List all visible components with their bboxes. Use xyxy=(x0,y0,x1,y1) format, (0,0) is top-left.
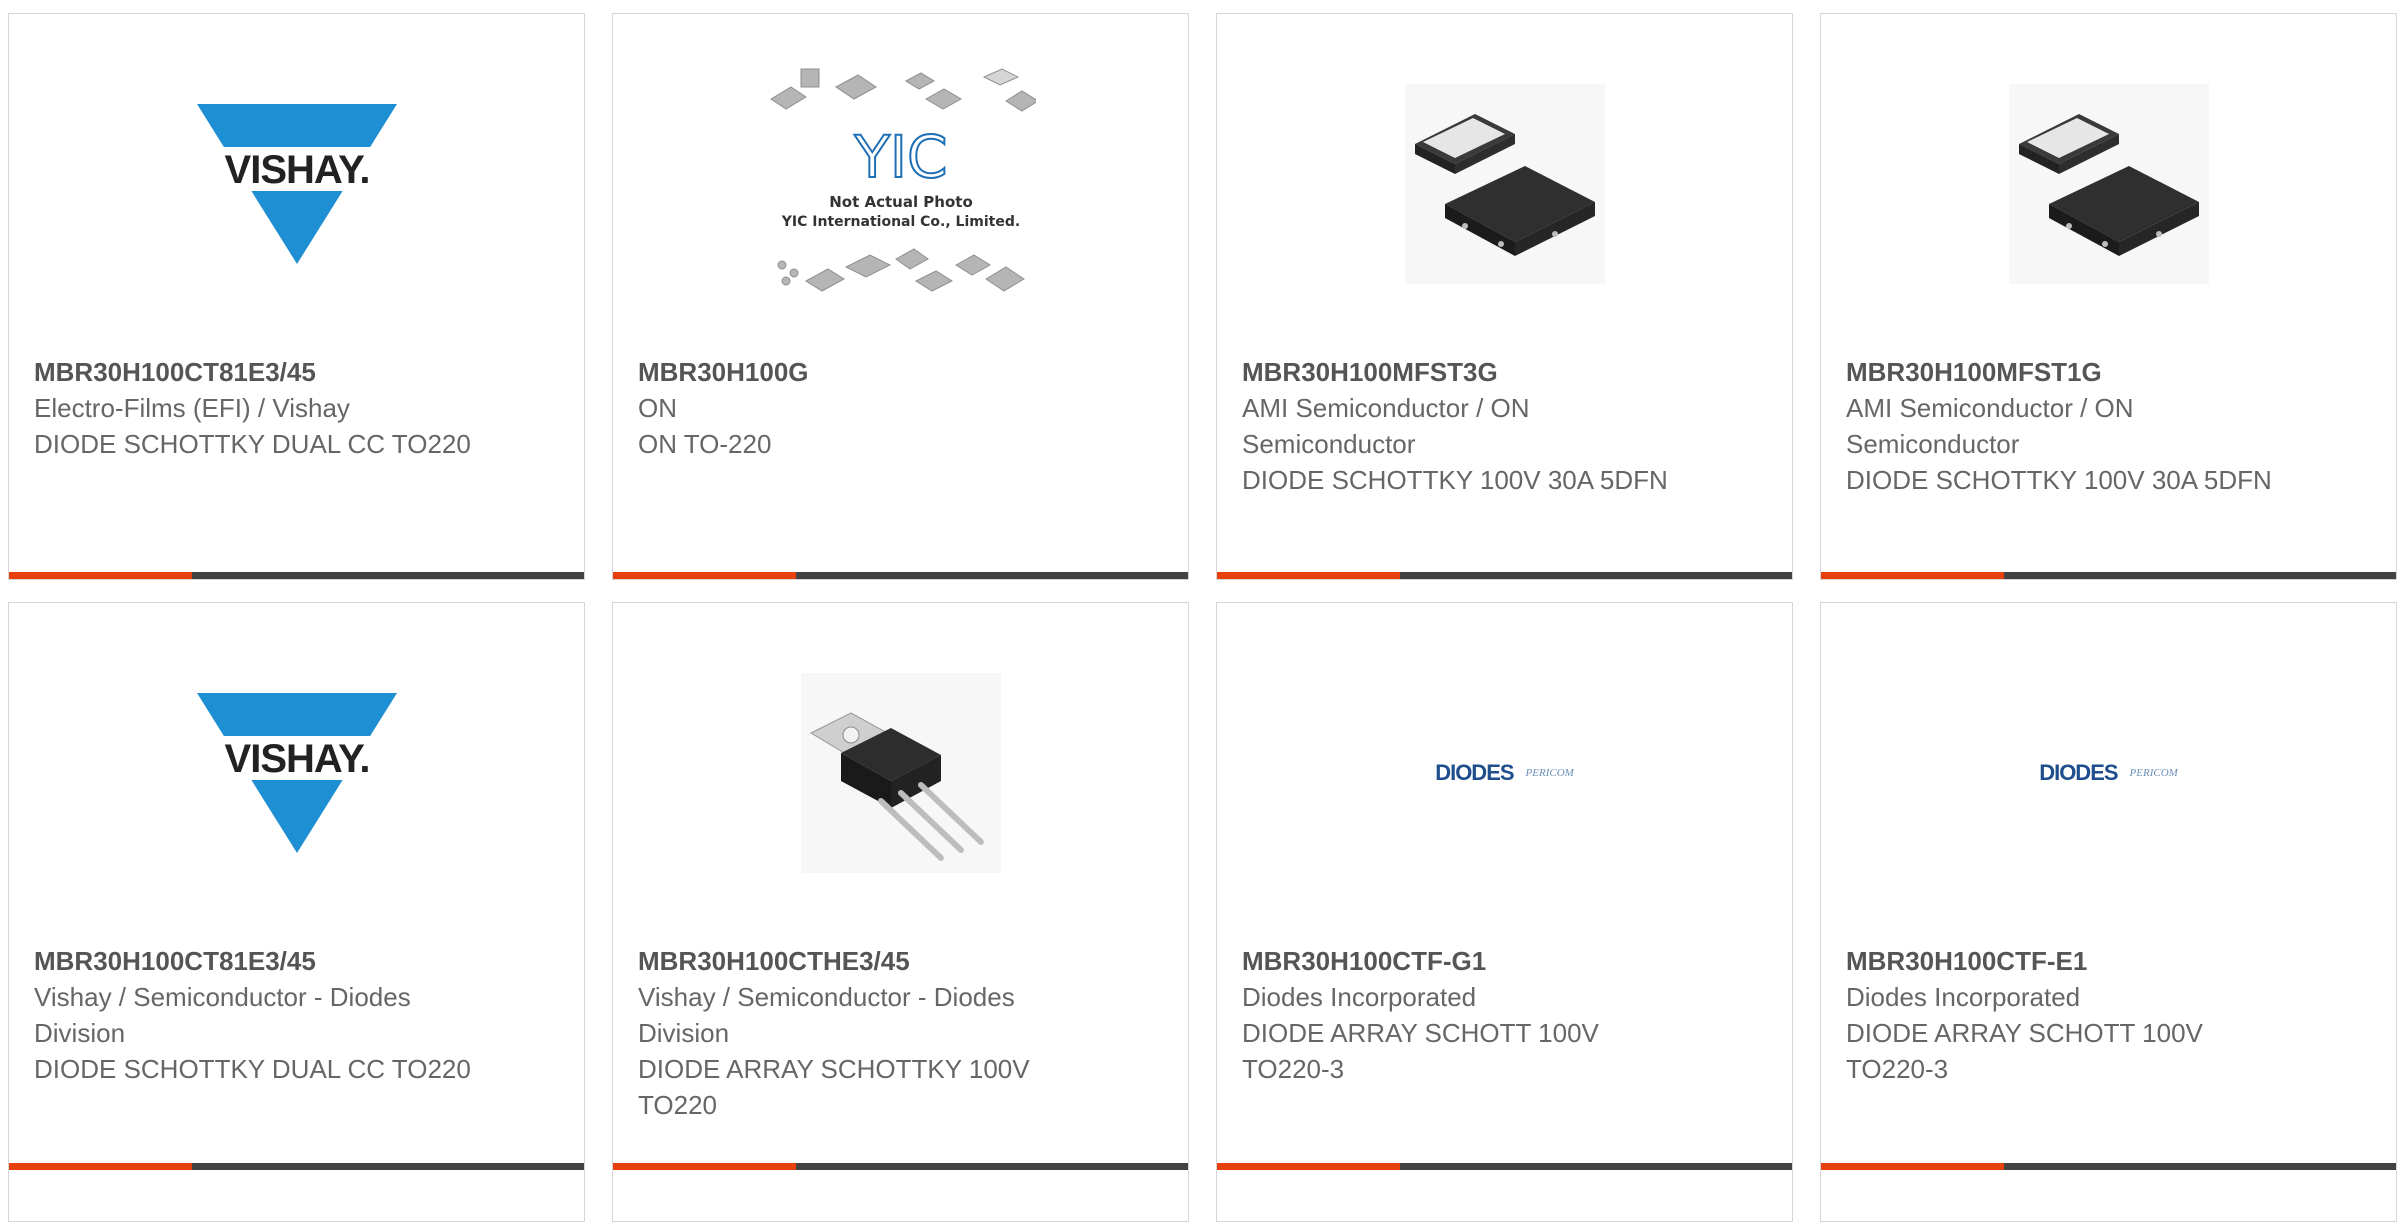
card-accent-bar xyxy=(1821,572,2004,579)
vishay-logo-text: VISHAY. xyxy=(224,737,369,781)
part-number-link[interactable]: MBR30H100CT81E3/45 xyxy=(34,943,474,979)
product-card[interactable]: MBR30H100CTHE3/45 Vishay / Semiconductor… xyxy=(612,602,1189,1222)
product-image[interactable]: DIODES PERICOM xyxy=(1821,603,2396,943)
product-card[interactable]: VISHAY. MBR30H100CT81E3/45 Vishay / Semi… xyxy=(8,602,585,1222)
part-number-link[interactable]: MBR30H100CT81E3/45 xyxy=(34,354,474,390)
card-accent-bar xyxy=(613,572,796,579)
product-card[interactable]: YIC Not Actual Photo YIC International C… xyxy=(612,13,1189,580)
manufacturer-name: Diodes Incorporated xyxy=(1846,982,2081,1012)
manufacturer-name: Electro-Films (EFI) / Vishay xyxy=(34,393,350,423)
dfn-chip-icon xyxy=(2018,114,2199,256)
product-card[interactable]: MBR30H100MFST1G AMI Semiconductor / ON S… xyxy=(1820,13,2397,580)
card-accent-bar xyxy=(9,572,192,579)
card-footer-bar xyxy=(613,572,1188,579)
diodes-logo-text: DIODES xyxy=(1435,760,1514,785)
product-description: DIODE SCHOTTKY 100V 30A 5DFN xyxy=(1242,465,1668,495)
yic-company-caption: YIC International Co., Limited. xyxy=(780,214,1019,230)
part-number-link[interactable]: MBR30H100CTHE3/45 xyxy=(638,943,1078,979)
component-icons-top xyxy=(769,68,1036,112)
product-image[interactable] xyxy=(613,603,1188,943)
card-footer-bar xyxy=(1217,572,1792,579)
product-image[interactable] xyxy=(1821,14,2396,354)
component-icons-bottom xyxy=(777,248,1025,292)
vishay-logo: VISHAY. xyxy=(191,104,402,264)
vishay-logo: VISHAY. xyxy=(191,693,402,853)
product-image[interactable]: VISHAY. xyxy=(9,603,584,943)
to220-transistor-icon xyxy=(809,712,984,861)
diodes-logo-text: DIODES xyxy=(2039,760,2118,785)
product-card[interactable]: DIODES PERICOM MBR30H100CTF-G1 Diodes In… xyxy=(1216,602,1793,1222)
product-image[interactable]: YIC Not Actual Photo YIC International C… xyxy=(613,14,1188,354)
product-description: DIODE SCHOTTKY 100V 30A 5DFN xyxy=(1846,465,2272,495)
to220-package-photo xyxy=(800,673,1001,873)
card-accent-bar xyxy=(1217,572,1400,579)
product-card[interactable]: MBR30H100MFST3G AMI Semiconductor / ON S… xyxy=(1216,13,1793,580)
part-number-link[interactable]: MBR30H100MFST3G xyxy=(1242,354,1682,390)
dfn-chip-icon xyxy=(1414,114,1595,256)
product-info: MBR30H100MFST3G AMI Semiconductor / ON S… xyxy=(1242,354,1682,498)
part-number-link[interactable]: MBR30H100CTF-G1 xyxy=(1242,943,1682,979)
product-description: DIODE ARRAY SCHOTTKY 100V TO220 xyxy=(638,1054,1030,1120)
manufacturer-name: Vishay / Semiconductor - Diodes Division xyxy=(34,982,411,1048)
manufacturer-name: Diodes Incorporated xyxy=(1242,982,1477,1012)
product-image[interactable]: VISHAY. xyxy=(9,14,584,354)
dfn-package-photo xyxy=(1404,84,1605,284)
product-image[interactable]: DIODES PERICOM xyxy=(1217,603,1792,943)
yic-logo-text: YIC xyxy=(853,123,947,191)
product-description: DIODE SCHOTTKY DUAL CC TO220 xyxy=(34,1054,471,1084)
product-description: DIODE ARRAY SCHOTT 100V TO220-3 xyxy=(1846,1018,2203,1084)
manufacturer-name: AMI Semiconductor / ON Semiconductor xyxy=(1846,393,2134,459)
part-number-link[interactable]: MBR30H100G xyxy=(638,354,1078,390)
manufacturer-name: ON xyxy=(638,393,677,423)
product-description: ON TO-220 xyxy=(638,429,772,459)
manufacturer-name: Vishay / Semiconductor - Diodes Division xyxy=(638,982,1015,1048)
product-grid: VISHAY. MBR30H100CT81E3/45 Electro-Films… xyxy=(0,0,2400,1222)
diodes-pericom-logo: DIODES PERICOM xyxy=(1435,760,1574,786)
part-number-link[interactable]: MBR30H100CTF-E1 xyxy=(1846,943,2286,979)
part-number-link[interactable]: MBR30H100MFST1G xyxy=(1846,354,2286,390)
pericom-logo-text: PERICOM xyxy=(2129,767,2178,779)
vishay-logo-text: VISHAY. xyxy=(224,148,369,192)
product-description: DIODE SCHOTTKY DUAL CC TO220 xyxy=(34,429,471,459)
product-info: MBR30H100CTF-G1 Diodes Incorporated DIOD… xyxy=(1242,943,1682,1087)
product-info: MBR30H100CTF-E1 Diodes Incorporated DIOD… xyxy=(1846,943,2286,1087)
not-actual-photo-caption: Not Actual Photo xyxy=(829,193,973,211)
product-info: MBR30H100CTHE3/45 Vishay / Semiconductor… xyxy=(638,943,1078,1123)
product-info: MBR30H100CT81E3/45 Vishay / Semiconducto… xyxy=(34,943,474,1087)
product-description: DIODE ARRAY SCHOTT 100V TO220-3 xyxy=(1242,1018,1599,1084)
product-card[interactable]: DIODES PERICOM MBR30H100CTF-E1 Diodes In… xyxy=(1820,602,2397,1222)
card-footer-bar xyxy=(9,572,584,579)
manufacturer-name: AMI Semiconductor / ON Semiconductor xyxy=(1242,393,1530,459)
pericom-logo-text: PERICOM xyxy=(1525,767,1574,779)
product-info: MBR30H100MFST1G AMI Semiconductor / ON S… xyxy=(1846,354,2286,498)
yic-placeholder-image: YIC Not Actual Photo YIC International C… xyxy=(769,68,1036,292)
product-image[interactable] xyxy=(1217,14,1792,354)
product-card[interactable]: VISHAY. MBR30H100CT81E3/45 Electro-Films… xyxy=(8,13,585,580)
dfn-package-photo xyxy=(2008,84,2209,284)
card-footer-bar xyxy=(1821,572,2396,579)
diodes-pericom-logo: DIODES PERICOM xyxy=(2039,760,2178,786)
product-info: MBR30H100G ON ON TO-220 xyxy=(638,354,1078,462)
product-info: MBR30H100CT81E3/45 Electro-Films (EFI) /… xyxy=(34,354,474,462)
